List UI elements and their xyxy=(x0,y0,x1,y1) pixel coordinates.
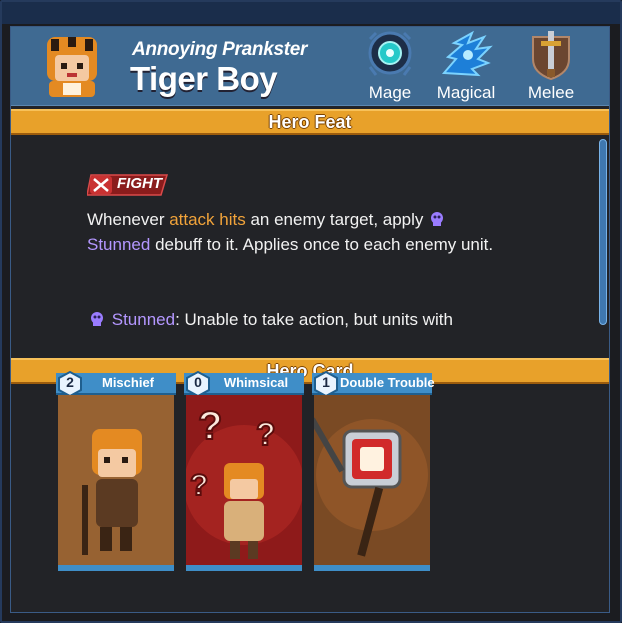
hero-portrait-icon xyxy=(47,37,97,97)
hero-feat-title: Hero Feat xyxy=(268,112,352,132)
hero-card-double-trouble[interactable]: Double Trouble 1 xyxy=(312,370,435,573)
card-cost: 0 xyxy=(194,374,202,390)
hero-feat-section-bar: Hero Feat xyxy=(11,109,609,135)
fight-badge-label: FIGHT xyxy=(117,175,162,192)
trait-label: Mage xyxy=(368,83,412,102)
card-name: Whimsical xyxy=(223,375,289,390)
card-name: Mischief xyxy=(101,375,154,390)
hero-header: Annoying Prankster Tiger Boy Mage Magica… xyxy=(11,27,609,106)
feat-text: an enemy target, apply xyxy=(245,210,429,229)
hero-subtitle: Annoying Prankster xyxy=(132,39,308,60)
whimsical-card-art-icon: ? ? ? xyxy=(186,395,302,565)
card-cost: 2 xyxy=(66,374,74,390)
trait-label: Melee xyxy=(527,83,575,102)
card-footer xyxy=(314,565,430,571)
double-trouble-card-art-icon xyxy=(314,395,430,565)
card-cost-badge: 2 xyxy=(58,370,82,398)
stunned-icon xyxy=(91,312,103,326)
attack-hits-keyword[interactable]: attack hits xyxy=(169,210,246,229)
card-name: Double Trouble xyxy=(340,375,435,390)
card-footer xyxy=(58,565,174,571)
melee-sword-shield-icon xyxy=(532,31,570,81)
card-footer xyxy=(186,565,302,571)
panel-top-strip xyxy=(2,2,620,24)
fight-badge: FIGHT xyxy=(87,173,169,197)
hero-feat-content: FIGHT Whenever attack hits an enemy targ… xyxy=(11,137,609,357)
feat-scrollbar[interactable] xyxy=(599,139,607,325)
magical-wing-icon xyxy=(441,30,493,77)
stunned-icon xyxy=(431,212,444,226)
mage-gem-icon xyxy=(368,31,412,76)
trait-melee[interactable]: Melee xyxy=(511,27,591,103)
card-cost-badge: 0 xyxy=(186,370,210,398)
hero-card-mischief[interactable]: Mischief 2 xyxy=(56,370,176,573)
status-description: Stunned: Unable to take action, but unit… xyxy=(87,307,547,332)
svg-text:?: ? xyxy=(198,404,222,448)
trait-mage[interactable]: Mage xyxy=(350,27,430,103)
card-cost: 1 xyxy=(322,374,330,390)
hero-card-whimsical[interactable]: Whimsical 0 ? ? ? xyxy=(184,370,304,573)
stunned-status-name: Stunned xyxy=(111,310,176,329)
trait-magical[interactable]: Magical xyxy=(426,27,506,103)
svg-text:?: ? xyxy=(190,469,208,502)
svg-text:?: ? xyxy=(256,416,276,452)
mischief-card-art-icon xyxy=(58,395,174,565)
trait-label: Magical xyxy=(436,83,496,102)
feat-description: Whenever attack hits an enemy target, ap… xyxy=(87,207,527,257)
stunned-status-desc: : Unable to take action, but units with xyxy=(175,310,453,329)
feat-text: Whenever xyxy=(87,210,170,229)
hero-name: Tiger Boy xyxy=(130,60,278,97)
feat-text: debuff to it. Applies once to each enemy… xyxy=(150,235,494,254)
stunned-keyword[interactable]: Stunned xyxy=(87,235,150,254)
card-cost-badge: 1 xyxy=(314,370,338,398)
